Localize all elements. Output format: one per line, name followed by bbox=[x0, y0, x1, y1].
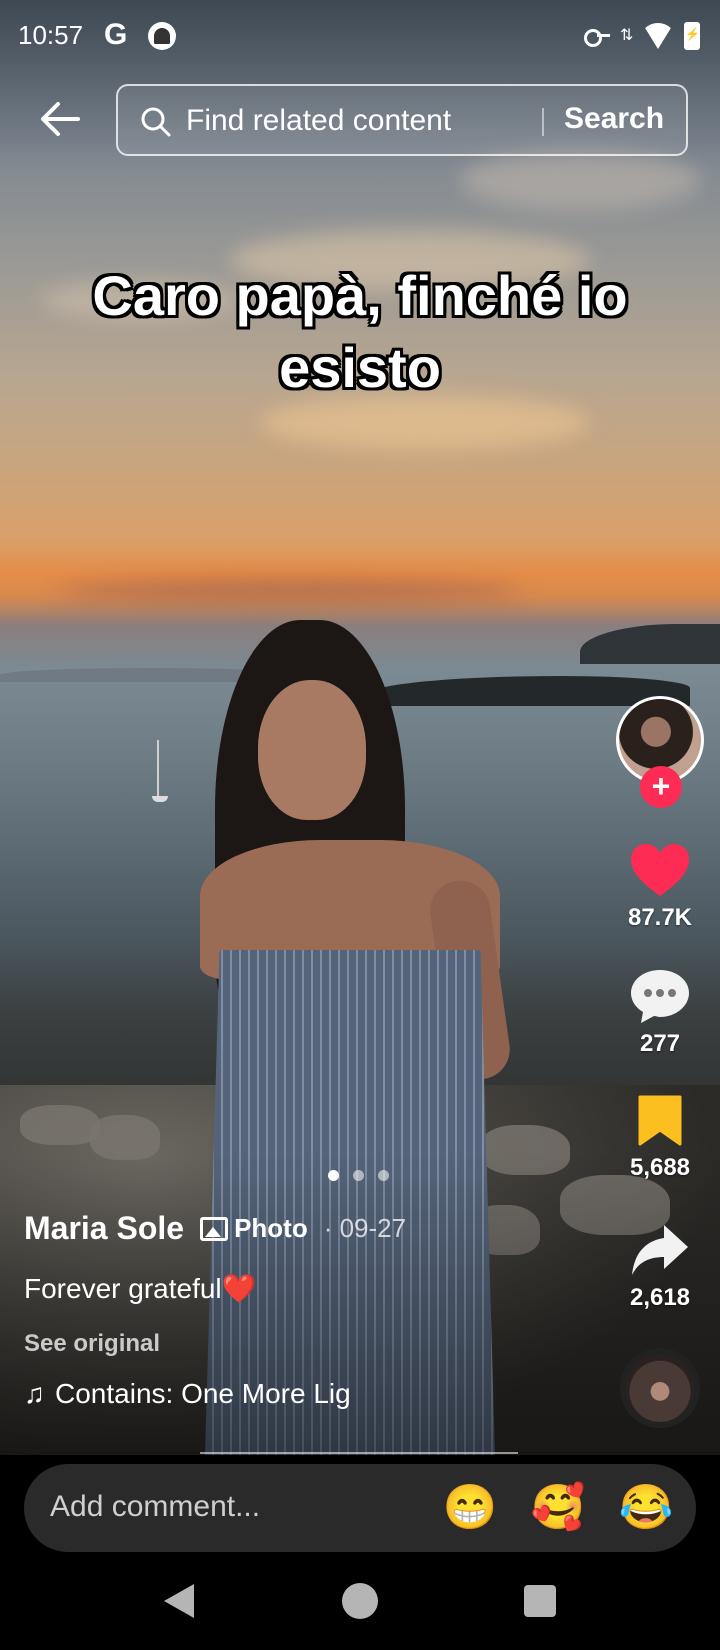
back-button[interactable] bbox=[38, 96, 84, 142]
share-count: 2,618 bbox=[629, 1284, 691, 1311]
share-button[interactable]: 2,618 bbox=[600, 1220, 720, 1312]
search-button[interactable]: Search bbox=[564, 102, 664, 136]
nav-recents-icon[interactable] bbox=[524, 1585, 556, 1617]
comment-bar[interactable]: Add comment... 😁 🥰 😂 bbox=[24, 1464, 696, 1552]
carousel-dot bbox=[353, 1170, 364, 1181]
bookmark-icon bbox=[638, 1095, 682, 1146]
battery-charging-icon bbox=[684, 22, 700, 50]
author-name[interactable]: Maria Sole bbox=[24, 1210, 184, 1247]
photo-cloud bbox=[60, 580, 520, 602]
status-bar: 10:57 G ⇅ bbox=[0, 0, 720, 72]
music-title: Contains: One More Lig bbox=[55, 1378, 351, 1409]
post-type-label: Photo bbox=[234, 1213, 308, 1243]
photo-text-overlay: Caro papà, finché io esisto bbox=[92, 264, 628, 399]
emoji-love-button[interactable]: 🥰 bbox=[530, 1480, 586, 1536]
mobile-data-icon: ⇅ bbox=[620, 27, 634, 44]
carousel-dot bbox=[328, 1170, 339, 1181]
vpn-key-icon bbox=[584, 29, 610, 47]
emoji-grin-button[interactable]: 😁 bbox=[442, 1480, 498, 1536]
like-button[interactable]: 87.7K bbox=[600, 840, 720, 932]
like-count: 87.7K bbox=[627, 904, 693, 931]
back-arrow-icon bbox=[41, 102, 80, 136]
playback-progress bbox=[200, 1452, 518, 1454]
follow-button[interactable]: + bbox=[640, 766, 682, 808]
see-original-link[interactable]: See original bbox=[24, 1330, 160, 1358]
carousel-indicator bbox=[328, 1170, 389, 1181]
photo-boat bbox=[152, 796, 168, 802]
google-icon: G bbox=[104, 18, 128, 51]
music-disc[interactable] bbox=[620, 1348, 700, 1428]
photo-boat-mast bbox=[157, 740, 159, 798]
red-heart-emoji: ❤️ bbox=[221, 1273, 257, 1304]
comment-icon bbox=[631, 970, 689, 1023]
carousel-dot bbox=[378, 1170, 389, 1181]
description-text: Forever grateful bbox=[24, 1273, 222, 1304]
search-bar[interactable]: Find related content Search bbox=[116, 84, 688, 156]
comment-count: 277 bbox=[639, 1030, 681, 1057]
nav-home-icon[interactable] bbox=[342, 1583, 378, 1619]
heart-icon bbox=[631, 844, 689, 896]
status-time: 10:57 bbox=[18, 20, 84, 50]
author-row: Maria Sole Photo · 09-27 bbox=[24, 1210, 406, 1247]
post-type-tag: Photo bbox=[200, 1213, 308, 1244]
photo-hill bbox=[580, 624, 720, 664]
wifi-icon bbox=[642, 23, 674, 49]
photo-icon bbox=[200, 1216, 229, 1241]
search-icon bbox=[141, 107, 171, 137]
comment-input[interactable]: Add comment... bbox=[50, 1490, 260, 1524]
save-button[interactable]: 5,688 bbox=[600, 1090, 720, 1182]
nav-back-icon[interactable] bbox=[164, 1584, 194, 1618]
search-divider bbox=[542, 108, 544, 136]
search-input[interactable]: Find related content bbox=[186, 104, 451, 138]
post-date: · 09-27 bbox=[323, 1213, 407, 1243]
emoji-laugh-button[interactable]: 😂 bbox=[618, 1480, 674, 1536]
photo-person-face bbox=[258, 680, 366, 820]
system-nav-bar bbox=[0, 1560, 720, 1650]
status-icons: ⇅ bbox=[584, 22, 700, 50]
app-notification-icon bbox=[148, 22, 176, 50]
post-description[interactable]: Forever grateful❤️ bbox=[24, 1272, 257, 1305]
music-row[interactable]: ♫ Contains: One More Lig bbox=[24, 1378, 351, 1410]
music-note-icon: ♫ bbox=[24, 1378, 45, 1409]
save-count: 5,688 bbox=[629, 1154, 691, 1181]
share-icon bbox=[632, 1225, 688, 1275]
comment-button[interactable]: 277 bbox=[600, 966, 720, 1058]
